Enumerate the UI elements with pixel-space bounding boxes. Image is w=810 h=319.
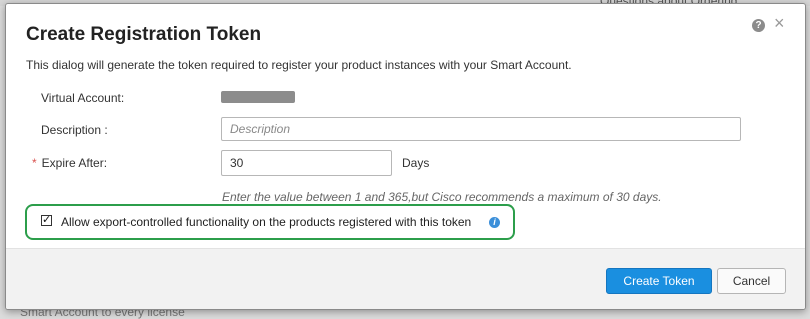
expire-after-input[interactable] <box>221 150 392 176</box>
description-label: Description : <box>41 123 108 137</box>
create-registration-token-dialog: Create Registration Token ? × This dialo… <box>5 3 806 310</box>
virtual-account-label: Virtual Account: <box>41 91 125 105</box>
expire-after-label: * Expire After: <box>32 156 107 170</box>
info-icon[interactable]: i <box>489 217 500 228</box>
days-unit-label: Days <box>402 156 430 170</box>
help-icon[interactable]: ? <box>752 19 765 32</box>
description-input[interactable] <box>221 117 741 141</box>
expire-hint-text: Enter the value between 1 and 365,but Ci… <box>222 190 662 204</box>
virtual-account-value-redacted <box>221 91 295 103</box>
required-marker: * <box>32 156 37 170</box>
export-controlled-checkbox[interactable]: ✓ <box>41 215 52 226</box>
dialog-intro-text: This dialog will generate the token requ… <box>26 58 572 72</box>
expire-after-label-text: Expire After: <box>41 156 108 170</box>
export-controlled-label[interactable]: Allow export-controlled functionality on… <box>61 215 471 229</box>
dialog-title: Create Registration Token <box>26 24 262 45</box>
close-icon[interactable]: × <box>774 13 785 34</box>
cancel-button[interactable]: Cancel <box>717 268 786 294</box>
create-token-button[interactable]: Create Token <box>606 268 712 294</box>
